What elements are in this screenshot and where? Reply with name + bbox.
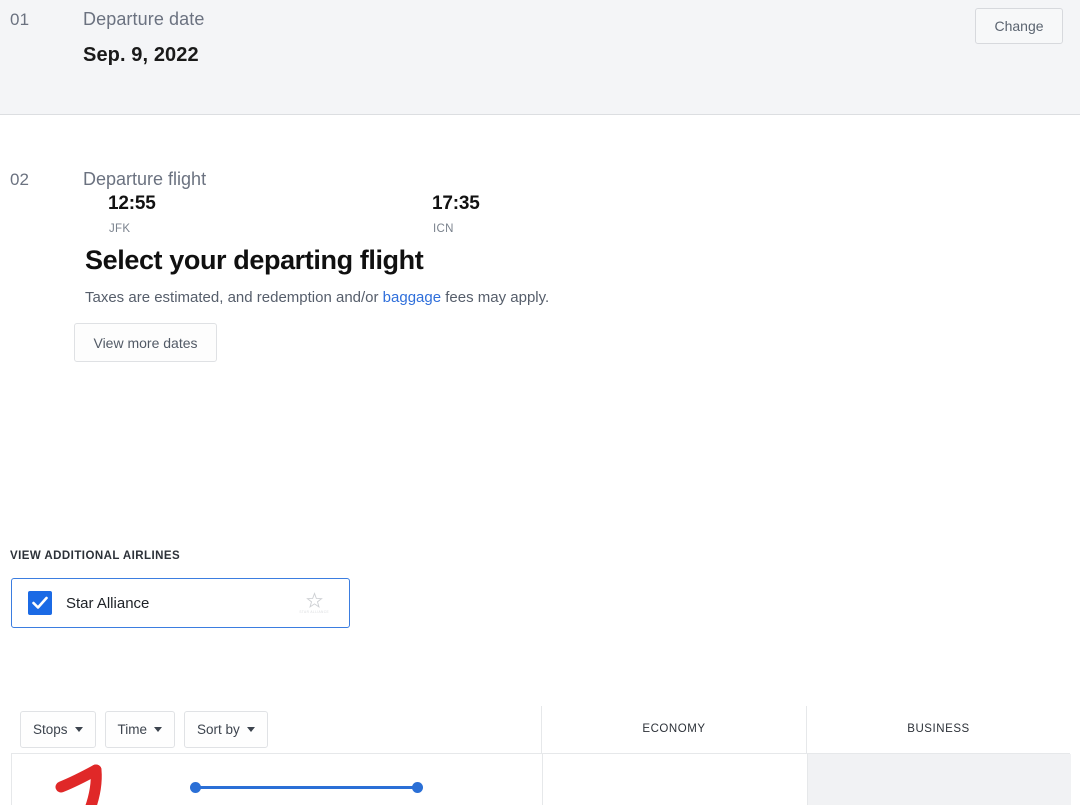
view-more-dates-button[interactable]: View more dates	[74, 323, 217, 362]
departure-date-step: 01 Departure date Sep. 9, 2022 Change	[0, 0, 1080, 115]
departure-date-value: Sep. 9, 2022	[83, 44, 199, 66]
taxes-disclaimer: Taxes are estimated, and redemption and/…	[85, 289, 549, 306]
baggage-link[interactable]: baggage	[383, 289, 441, 306]
table-row[interactable]	[11, 754, 1071, 805]
route-destination-dot-icon	[412, 782, 423, 793]
departure-date-label: Departure date	[83, 9, 205, 29]
arrival-time: 17:35	[432, 193, 480, 214]
departure-time: 12:55	[108, 193, 156, 214]
star-alliance-label: Star Alliance	[66, 594, 150, 612]
star-alliance-logo-icon: STAR ALLIANCE	[299, 592, 329, 614]
row-divider-business	[807, 754, 808, 805]
step-number-02: 02	[10, 170, 29, 189]
flight-results-table: ECONOMY BUSINESS	[11, 706, 1071, 805]
star-alliance-option[interactable]: Star Alliance STAR ALLIANCE	[11, 578, 350, 628]
business-column-header: BUSINESS	[907, 723, 970, 735]
disclaimer-suffix: fees may apply.	[441, 289, 550, 306]
row-divider-economy	[542, 754, 543, 805]
route-line-icon	[195, 786, 417, 789]
disclaimer-prefix: Taxes are estimated, and redemption and/…	[85, 289, 383, 306]
star-alliance-logo-text: STAR ALLIANCE	[299, 610, 329, 614]
departure-flight-step: 02 Departure flight Select your departin…	[0, 115, 1080, 805]
star-alliance-checkbox[interactable]	[28, 591, 52, 615]
departure-airport-code: JFK	[109, 223, 131, 235]
page-title: Select your departing flight	[85, 245, 424, 275]
change-date-button[interactable]: Change	[975, 8, 1063, 44]
business-cell-disabled	[807, 754, 1071, 805]
arrival-airport-code: ICN	[433, 223, 454, 235]
departure-flight-label: Departure flight	[83, 169, 207, 189]
results-header-row: ECONOMY BUSINESS	[11, 706, 1070, 754]
economy-column-header: ECONOMY	[642, 723, 706, 735]
step-number-01: 01	[10, 10, 30, 29]
view-additional-airlines-label: VIEW ADDITIONAL AIRLINES	[10, 550, 181, 562]
